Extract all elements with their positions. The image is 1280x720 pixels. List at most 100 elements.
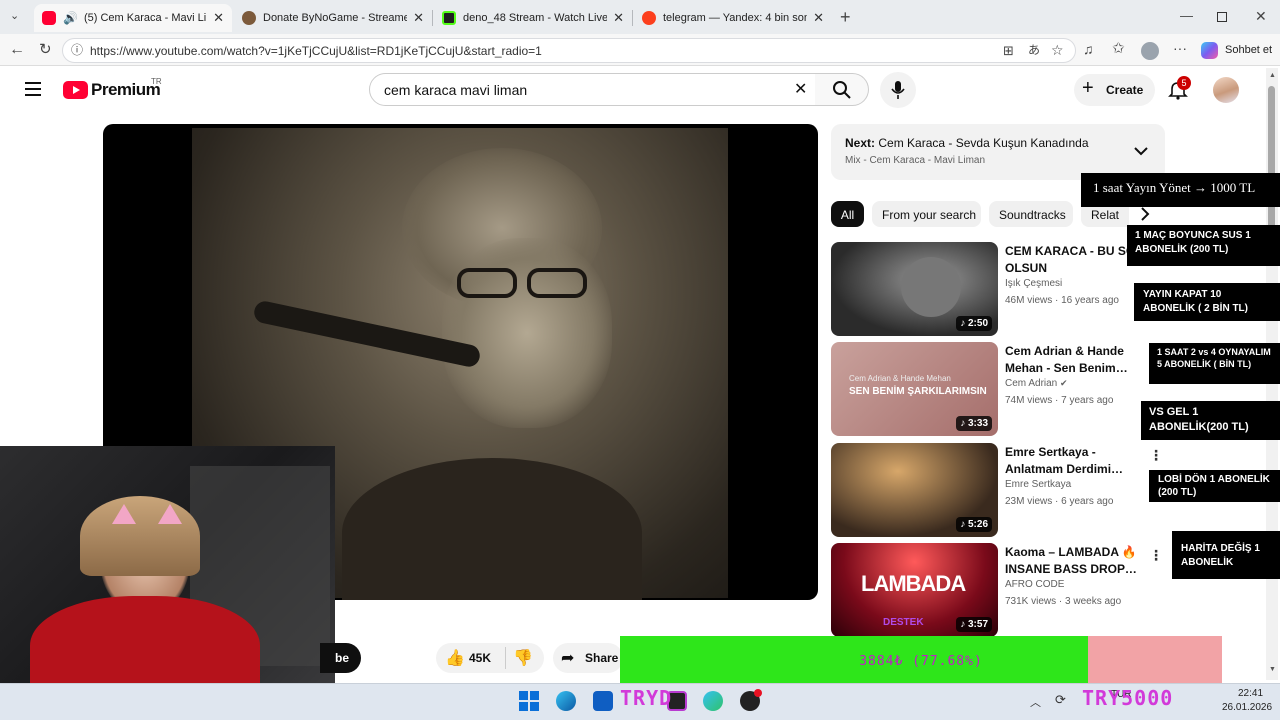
- donation-goal-text: 3884₺ (77.68%): [859, 654, 983, 669]
- favorite-star-icon[interactable]: ☆: [1051, 43, 1064, 57]
- kick-icon: [442, 11, 456, 25]
- video-meta: 23M views · 6 years ago: [1005, 496, 1114, 507]
- video-thumbnail[interactable]: ♪ 2:50: [831, 242, 998, 336]
- verified-icon: ✔: [1060, 378, 1068, 388]
- chip-all[interactable]: All: [831, 201, 864, 227]
- windows-start-icon[interactable]: [519, 691, 539, 711]
- tray-chevron-icon[interactable]: ︿: [1030, 694, 1041, 710]
- like-dislike-group: 👍 45K 👎: [436, 643, 544, 673]
- address-toolbar: ← ↻ ⓘ https://www.youtube.com/watch?v=1j…: [0, 34, 1280, 66]
- video-title[interactable]: Kaoma – LAMBADA 🔥 INSANE BASS DROP (Afro…: [1005, 544, 1149, 578]
- like-count[interactable]: 45K: [469, 651, 491, 665]
- clock-date[interactable]: 26.01.2026: [1222, 702, 1272, 713]
- close-tab-icon[interactable]: ✕: [813, 10, 824, 26]
- video-thumbnail[interactable]: Cem Adrian & Hande Mehan SEN BENİM ŞARKI…: [831, 342, 998, 436]
- copilot-icon[interactable]: [1201, 42, 1218, 59]
- new-tab-icon[interactable]: +: [840, 8, 851, 26]
- video-thumbnail[interactable]: LAMBADA DESTEK ♪ 3:57: [831, 543, 998, 637]
- bynogame-icon: [242, 11, 256, 25]
- youtube-icon: [42, 11, 56, 25]
- video-title[interactable]: Cem Adrian & Hande Mehan - Sen Benim Şar…: [1005, 343, 1149, 377]
- notifications-button[interactable]: 5: [1168, 76, 1191, 100]
- tab-youtube[interactable]: 🔊 (5) Cem Karaca - Mavi Liman ✕: [34, 4, 232, 32]
- list-item[interactable]: ♪ 5:26 Emre Sertkaya - Anlatmam Derdimi …: [831, 443, 1165, 537]
- tab-bynogame[interactable]: Donate ByNoGame - Streamer Set ✕: [234, 4, 432, 32]
- site-info-icon[interactable]: ⓘ: [71, 44, 83, 56]
- video-meta: 46M views · 16 years ago: [1005, 295, 1119, 306]
- close-window-icon[interactable]: ✕: [1255, 9, 1267, 23]
- clock-time[interactable]: 22:41: [1238, 688, 1263, 699]
- profile-avatar[interactable]: [1141, 42, 1159, 60]
- search-button[interactable]: [815, 73, 869, 106]
- back-icon[interactable]: ←: [9, 42, 25, 58]
- like-icon[interactable]: 👍: [445, 648, 465, 668]
- duration-badge: ♪ 3:33: [956, 416, 992, 431]
- channel-name[interactable]: Emre Sertkaya: [1005, 479, 1071, 490]
- browser-tab-bar: ⌄ 🔊 (5) Cem Karaca - Mavi Liman ✕ Donate…: [0, 0, 1280, 34]
- overlay-2: 1 MAÇ BOYUNCA SUS 1 ABONELİK (200 TL): [1127, 225, 1280, 266]
- edge-active-icon[interactable]: [703, 691, 723, 711]
- chip-from-your-search[interactable]: From your search: [872, 201, 981, 227]
- dislike-icon[interactable]: 👎: [513, 648, 533, 668]
- voice-search-button[interactable]: [880, 72, 916, 108]
- video-title[interactable]: Emre Sertkaya - Anlatmam Derdimi Dertsiz…: [1005, 444, 1149, 478]
- video-meta: 74M views · 7 years ago: [1005, 395, 1114, 406]
- chevron-right-icon[interactable]: [1140, 207, 1150, 221]
- share-label: Share: [585, 651, 619, 665]
- tab-kick[interactable]: deno_48 Stream - Watch Live on K ✕: [434, 4, 632, 32]
- refresh-icon[interactable]: ↻: [39, 42, 52, 57]
- favorites-icon[interactable]: ✩: [1112, 41, 1125, 56]
- close-tab-icon[interactable]: ✕: [413, 10, 424, 26]
- tab-title: deno_48 Stream - Watch Live on K: [463, 12, 608, 24]
- plus-icon: +: [1082, 77, 1094, 99]
- youtube-logo-text[interactable]: Premium: [91, 80, 161, 100]
- channel-name[interactable]: Işık Çeşmesi: [1005, 278, 1062, 289]
- translate-icon[interactable]: あ: [1028, 44, 1040, 56]
- subscribe-button[interactable]: be: [320, 643, 361, 673]
- list-item[interactable]: ♪ 2:50 CEM KARACA - BU SON OLSUN Işık Çe…: [831, 242, 1165, 336]
- url-text[interactable]: https://www.youtube.com/watch?v=1jKeTjCC…: [90, 44, 910, 58]
- account-avatar[interactable]: [1213, 77, 1239, 103]
- tab-title: telegram — Yandex: 4 bin sonuç b: [663, 12, 808, 24]
- thumbnail-title: LAMBADA: [861, 571, 966, 596]
- channel-name[interactable]: Cem Adrian ✔: [1005, 378, 1068, 389]
- close-tab-icon[interactable]: ✕: [613, 10, 624, 26]
- up-next-prefix: Next:: [845, 136, 876, 150]
- video-thumbnail[interactable]: ♪ 5:26: [831, 443, 998, 537]
- more-menu-icon[interactable]: ···: [1173, 41, 1187, 55]
- address-bar[interactable]: ⓘ https://www.youtube.com/watch?v=1jKeTj…: [62, 38, 1076, 63]
- read-aloud-icon[interactable]: ♫: [1083, 42, 1094, 56]
- search-icon: [833, 81, 851, 99]
- close-tab-icon[interactable]: ✕: [213, 10, 224, 26]
- chip-soundtracks[interactable]: Soundtracks: [989, 201, 1073, 227]
- tab-yandex[interactable]: telegram — Yandex: 4 bin sonuç b ✕: [634, 4, 832, 32]
- edge-icon[interactable]: [556, 691, 576, 711]
- copilot-label[interactable]: Sohbet et: [1225, 44, 1272, 56]
- region-code: TR: [151, 77, 162, 86]
- minimize-icon[interactable]: —: [1180, 9, 1193, 22]
- speaker-icon[interactable]: 🔊: [63, 11, 78, 25]
- microphone-icon: [891, 81, 905, 99]
- overlay-5: VS GEL 1 ABONELİK(200 TL): [1141, 401, 1280, 440]
- more-actions-icon[interactable]: ⋮: [1149, 547, 1163, 564]
- list-item[interactable]: LAMBADA DESTEK ♪ 3:57 Kaoma – LAMBADA 🔥 …: [831, 543, 1165, 637]
- channel-name[interactable]: AFRO CODE: [1005, 579, 1064, 590]
- clear-search-icon[interactable]: ✕: [794, 82, 807, 98]
- list-item[interactable]: Cem Adrian & Hande Mehan SEN BENİM ŞARKI…: [831, 342, 1165, 436]
- up-next-panel[interactable]: Next: Cem Karaca - Sevda Kuşun Kanadında…: [831, 124, 1165, 180]
- store-icon[interactable]: [593, 691, 613, 711]
- tab-actions-chevron-icon[interactable]: ⌄: [10, 11, 19, 22]
- duration-badge: ♪ 2:50: [956, 316, 992, 331]
- app-available-icon[interactable]: ⊞: [1003, 44, 1014, 57]
- maximize-icon[interactable]: [1217, 12, 1227, 22]
- menu-hamburger-icon[interactable]: [25, 82, 41, 96]
- more-actions-icon[interactable]: ⋮: [1149, 447, 1163, 464]
- create-button[interactable]: + Create: [1074, 74, 1155, 106]
- sync-icon[interactable]: ⟳: [1055, 692, 1066, 708]
- share-button[interactable]: ➦ Share: [553, 643, 623, 673]
- search-input[interactable]: cem karaca mavi liman: [369, 73, 816, 106]
- chevron-down-icon[interactable]: [1134, 146, 1148, 156]
- duration-badge: ♪ 5:26: [956, 517, 992, 532]
- scrollbar-thumb[interactable]: [1268, 86, 1275, 246]
- youtube-logo-icon[interactable]: [63, 81, 88, 99]
